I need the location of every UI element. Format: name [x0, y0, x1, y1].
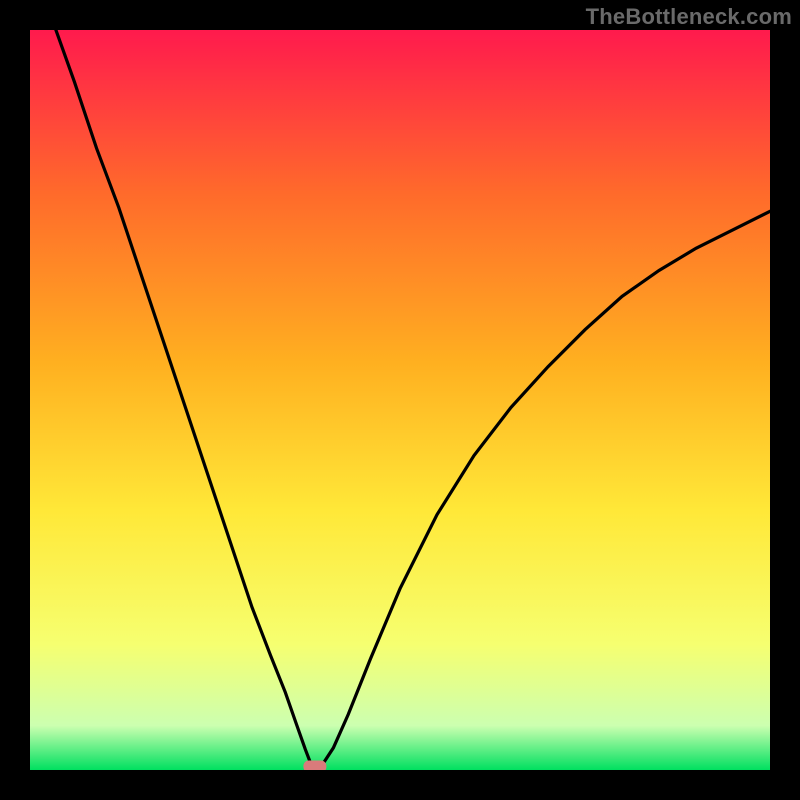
minimum-marker [304, 761, 326, 770]
chart-svg [30, 30, 770, 770]
watermark-text: TheBottleneck.com [586, 4, 792, 30]
gradient-rect [30, 30, 770, 770]
outer-frame: TheBottleneck.com [0, 0, 800, 800]
plot-area [30, 30, 770, 770]
